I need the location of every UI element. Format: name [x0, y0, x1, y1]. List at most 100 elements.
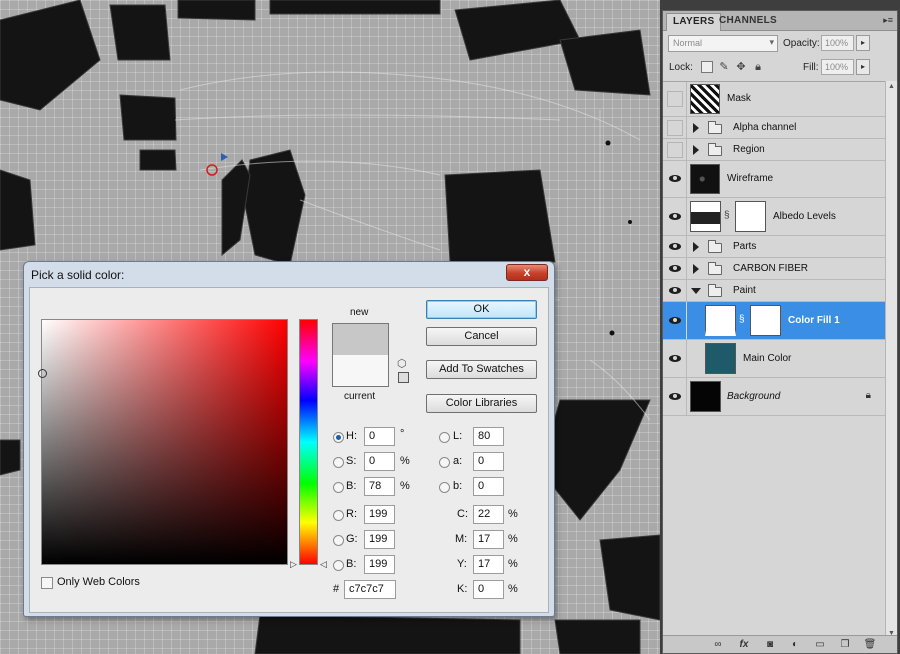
eye-icon[interactable]	[667, 313, 683, 329]
only-web-colors-label: Only Web Colors	[57, 576, 140, 588]
s-field[interactable]: 0	[364, 452, 395, 471]
g-field[interactable]: 199	[364, 530, 395, 549]
brightness-field[interactable]: 78	[364, 477, 395, 496]
layer-row-mask[interactable]: Mask	[663, 82, 885, 117]
fill-slider-arrow-icon[interactable]: ▸	[856, 59, 870, 75]
link-icon[interactable]: §	[739, 314, 745, 325]
link-layers-icon[interactable]: ∞	[711, 638, 725, 651]
ok-button[interactable]: OK	[426, 300, 537, 319]
a-label: a:	[453, 455, 463, 467]
visibility-toggle[interactable]	[667, 91, 683, 107]
add-to-swatches-button[interactable]: Add To Swatches	[426, 360, 537, 379]
layer-list: Mask Alpha channel Region Wireframe § Al…	[663, 81, 885, 639]
radio-s[interactable]	[333, 457, 344, 468]
radio-r[interactable]	[333, 510, 344, 521]
radio-brightness[interactable]	[333, 482, 344, 493]
expand-arrow-icon[interactable]	[693, 242, 699, 252]
layer-row-alpha-channel[interactable]: Alpha channel	[663, 117, 885, 139]
eye-icon[interactable]	[667, 283, 683, 299]
collapse-arrow-icon[interactable]	[691, 288, 701, 294]
fill-field[interactable]: 100%	[821, 59, 854, 75]
k-field[interactable]: 0	[473, 580, 504, 599]
layer-row-albedo-levels[interactable]: § Albedo Levels	[663, 198, 885, 236]
layer-row-region[interactable]: Region	[663, 139, 885, 161]
eye-icon[interactable]	[667, 261, 683, 277]
link-icon[interactable]: §	[724, 210, 730, 221]
lock-brush-icon[interactable]: ✎	[718, 61, 730, 73]
s-label: S:	[346, 455, 357, 467]
layer-row-background[interactable]: Background 🔒︎	[663, 378, 885, 416]
color-cursor-icon[interactable]	[38, 369, 47, 378]
k-label: K:	[457, 583, 468, 595]
new-layer-icon[interactable]: ❐	[838, 638, 852, 651]
eye-icon[interactable]	[667, 389, 683, 405]
panel-menu-icon[interactable]: ▸≡	[883, 15, 893, 26]
divider	[686, 378, 687, 415]
eye-icon[interactable]	[667, 209, 683, 225]
c-field[interactable]: 22	[473, 505, 504, 524]
layer-style-fx-icon[interactable]: fx	[737, 638, 751, 651]
a-field[interactable]: 0	[473, 452, 504, 471]
m-field[interactable]: 17	[473, 530, 504, 549]
radio-blue[interactable]	[333, 560, 344, 571]
layers-footer-toolbar: ∞ fx ◙ ◐ ▭ ❐ 🗑︎	[663, 635, 897, 653]
layer-row-parts[interactable]: Parts	[663, 236, 885, 258]
tab-channels[interactable]: CHANNELS	[713, 13, 783, 31]
color-libraries-button[interactable]: Color Libraries	[426, 394, 537, 413]
k-unit: %	[508, 583, 518, 595]
opacity-field[interactable]: 100%	[821, 35, 854, 51]
delete-layer-icon[interactable]: 🗑︎	[863, 638, 877, 651]
layer-mask-thumbnail	[735, 201, 766, 232]
out-of-gamut-cube-icon[interactable]: ⬡	[397, 357, 407, 370]
scroll-up-icon[interactable]: ▲	[887, 83, 896, 90]
expand-arrow-icon[interactable]	[693, 264, 699, 274]
web-safe-swatch[interactable]	[398, 372, 409, 383]
radio-l[interactable]	[439, 432, 450, 443]
lock-all-icon[interactable]: 🔒︎	[752, 61, 764, 73]
h-field[interactable]: 0	[364, 427, 395, 446]
y-field[interactable]: 17	[473, 555, 504, 574]
eye-icon[interactable]	[667, 239, 683, 255]
add-mask-icon[interactable]: ◙	[763, 638, 777, 651]
l-field[interactable]: 80	[473, 427, 504, 446]
hue-slider-right-arrow-icon[interactable]: ◁	[320, 559, 327, 570]
layer-row-paint[interactable]: Paint	[663, 280, 885, 302]
eye-icon[interactable]	[667, 351, 683, 367]
radio-a[interactable]	[439, 457, 450, 468]
layer-name: Albedo Levels	[773, 211, 836, 222]
cancel-button[interactable]: Cancel	[426, 327, 537, 346]
radio-h[interactable]	[333, 432, 344, 443]
r-field[interactable]: 199	[364, 505, 395, 524]
radio-g[interactable]	[333, 535, 344, 546]
visibility-toggle[interactable]	[667, 142, 683, 158]
hue-slider-left-arrow-icon[interactable]: ▷	[290, 559, 297, 570]
saturation-brightness-field[interactable]	[38, 319, 288, 565]
hue-slider[interactable]	[299, 319, 318, 565]
divider	[686, 236, 687, 257]
blue-field[interactable]: 199	[364, 555, 395, 574]
lock-move-icon[interactable]: ✥	[735, 61, 747, 73]
close-button[interactable]: x	[506, 264, 548, 281]
layer-name: Main Color	[743, 353, 792, 364]
current-color-swatch[interactable]	[332, 355, 389, 387]
layers-scrollbar[interactable]: ▲ ▼	[885, 81, 897, 639]
hex-field[interactable]: c7c7c7	[344, 580, 396, 599]
expand-arrow-icon[interactable]	[693, 145, 699, 155]
expand-arrow-icon[interactable]	[693, 123, 699, 133]
m-label: M:	[455, 533, 468, 545]
layer-row-main-color[interactable]: Main Color	[663, 340, 885, 378]
blend-mode-select[interactable]: Normal ▾	[668, 35, 778, 52]
b-field[interactable]: 0	[473, 477, 504, 496]
new-group-icon[interactable]: ▭	[813, 638, 827, 651]
radio-b[interactable]	[439, 482, 450, 493]
adjustment-layer-icon[interactable]: ◐	[788, 638, 802, 651]
opacity-slider-arrow-icon[interactable]: ▸	[856, 35, 870, 51]
visibility-toggle[interactable]	[667, 120, 683, 136]
only-web-colors-checkbox[interactable]	[41, 577, 53, 589]
layer-row-carbon-fiber[interactable]: CARBON FIBER	[663, 258, 885, 280]
eye-icon[interactable]	[667, 171, 683, 187]
layer-row-color-fill-1[interactable]: § Color Fill 1	[663, 302, 885, 340]
layer-row-wireframe[interactable]: Wireframe	[663, 161, 885, 198]
y-unit: %	[508, 558, 518, 570]
lock-transparent-icon[interactable]	[701, 61, 713, 73]
